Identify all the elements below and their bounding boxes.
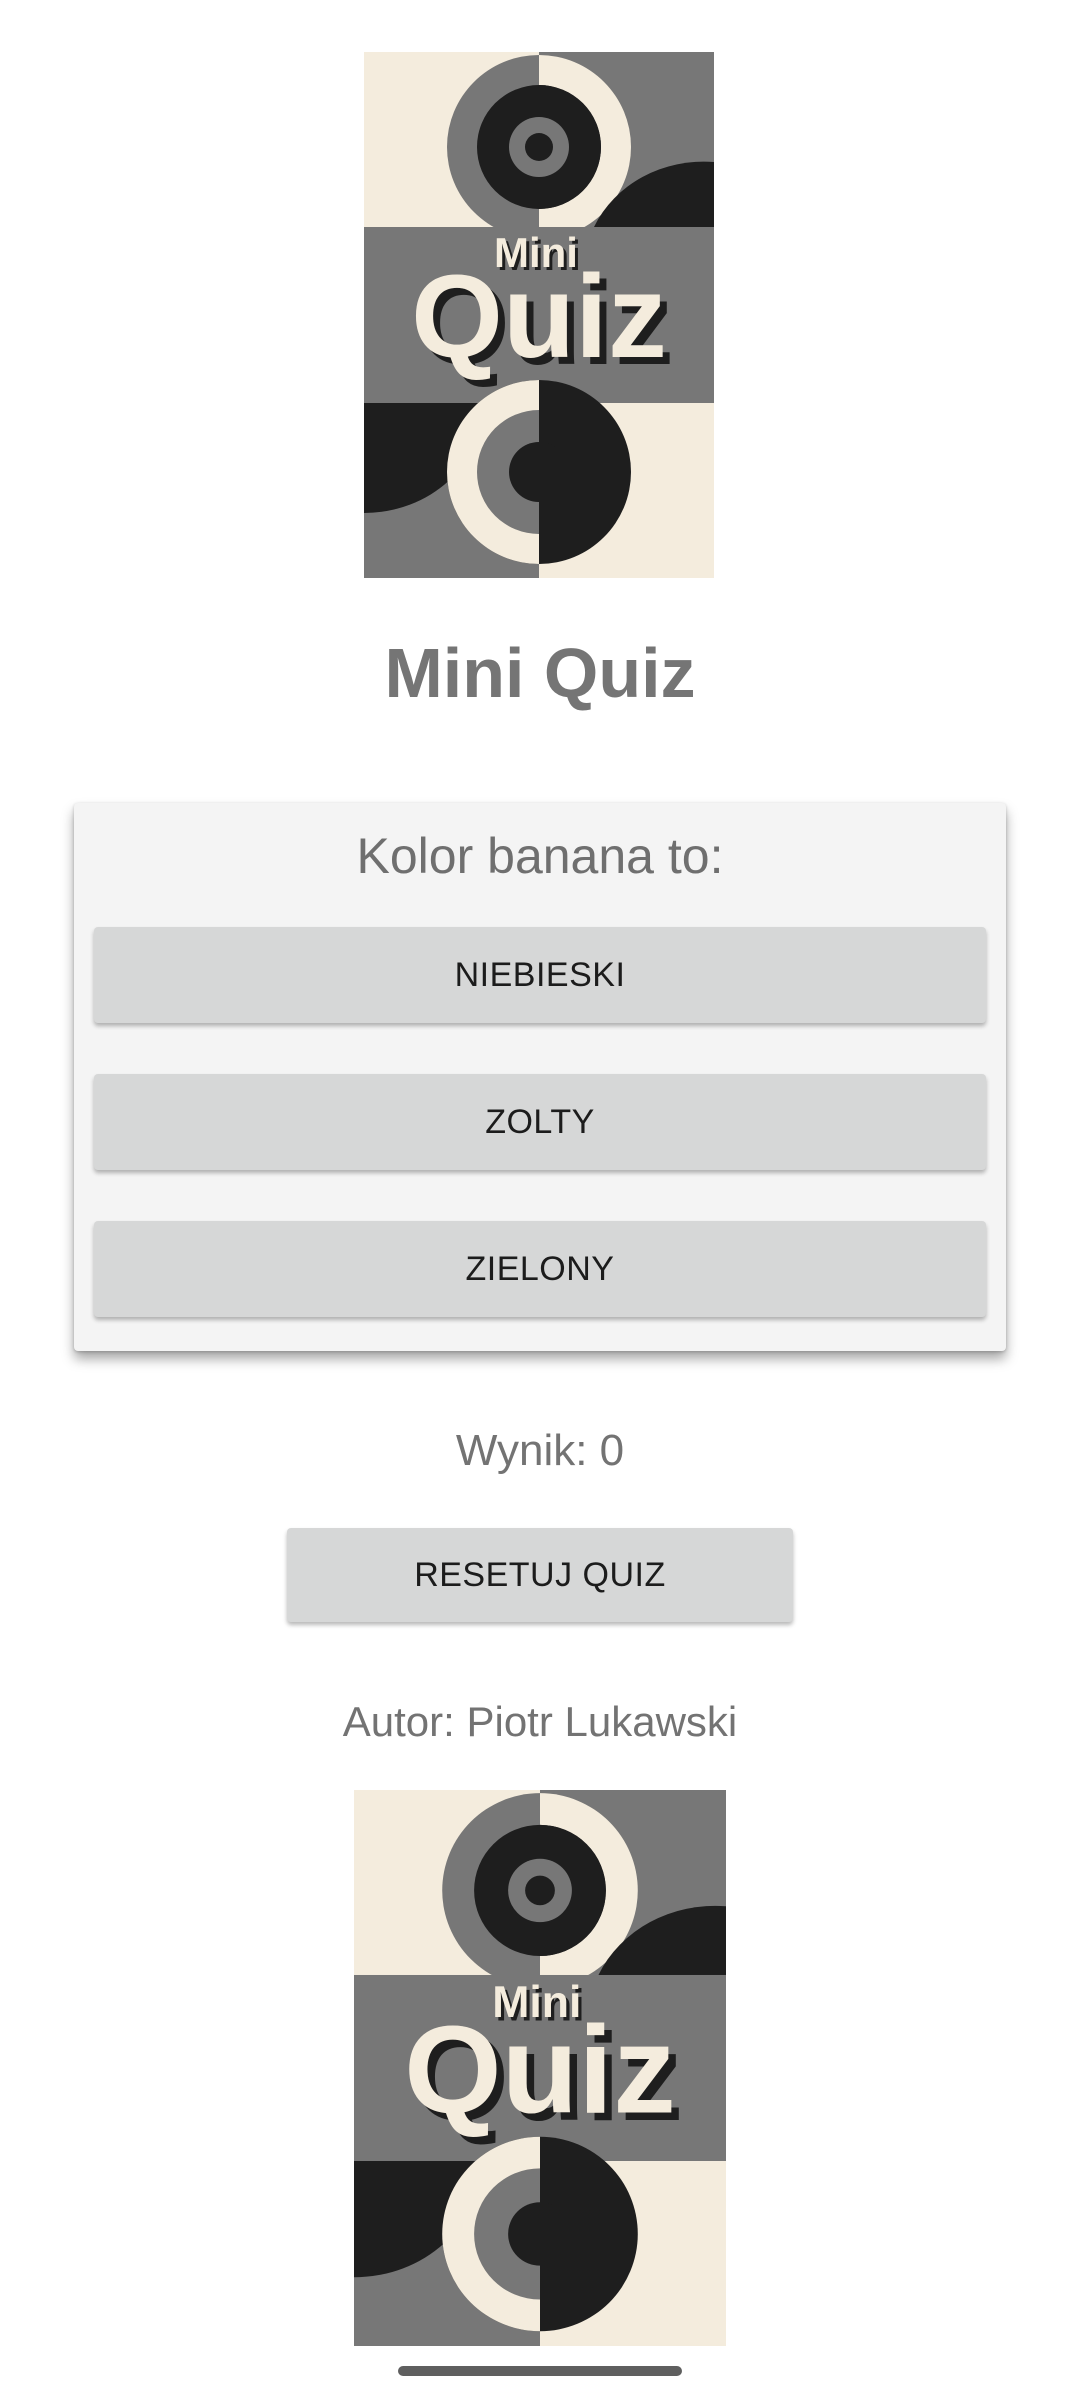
- logo-top-big-word-highlight: Quiz: [411, 251, 667, 383]
- author-text: Autor: Piotr Lukawski: [342, 1698, 738, 1745]
- answer-button-1[interactable]: NIEBIESKI: [94, 927, 986, 1023]
- quiz-logo-top: Mini Mini Quiz Quiz: [364, 52, 714, 578]
- logo-bottom-big-word-highlight: Quiz: [404, 2000, 676, 2140]
- reset-quiz-button[interactable]: RESETUJ QUIZ: [287, 1528, 793, 1622]
- answer-button-2[interactable]: ZOLTY: [94, 1074, 986, 1170]
- home-indicator[interactable]: [398, 2366, 682, 2376]
- answer-button-3[interactable]: ZIELONY: [94, 1221, 986, 1317]
- question-card: Kolor banana to: NIEBIESKI ZOLTY ZIELONY: [74, 803, 1006, 1351]
- page-title: Mini Quiz: [384, 634, 696, 712]
- quiz-screen: Mini Mini Quiz Quiz Mini Quiz Kolor bana…: [0, 0, 1080, 2400]
- question-text: Kolor banana to:: [356, 828, 724, 884]
- quiz-logo-bottom: Mini Mini Quiz Quiz: [354, 1790, 726, 2346]
- score-text: Wynik: 0: [455, 1426, 625, 1475]
